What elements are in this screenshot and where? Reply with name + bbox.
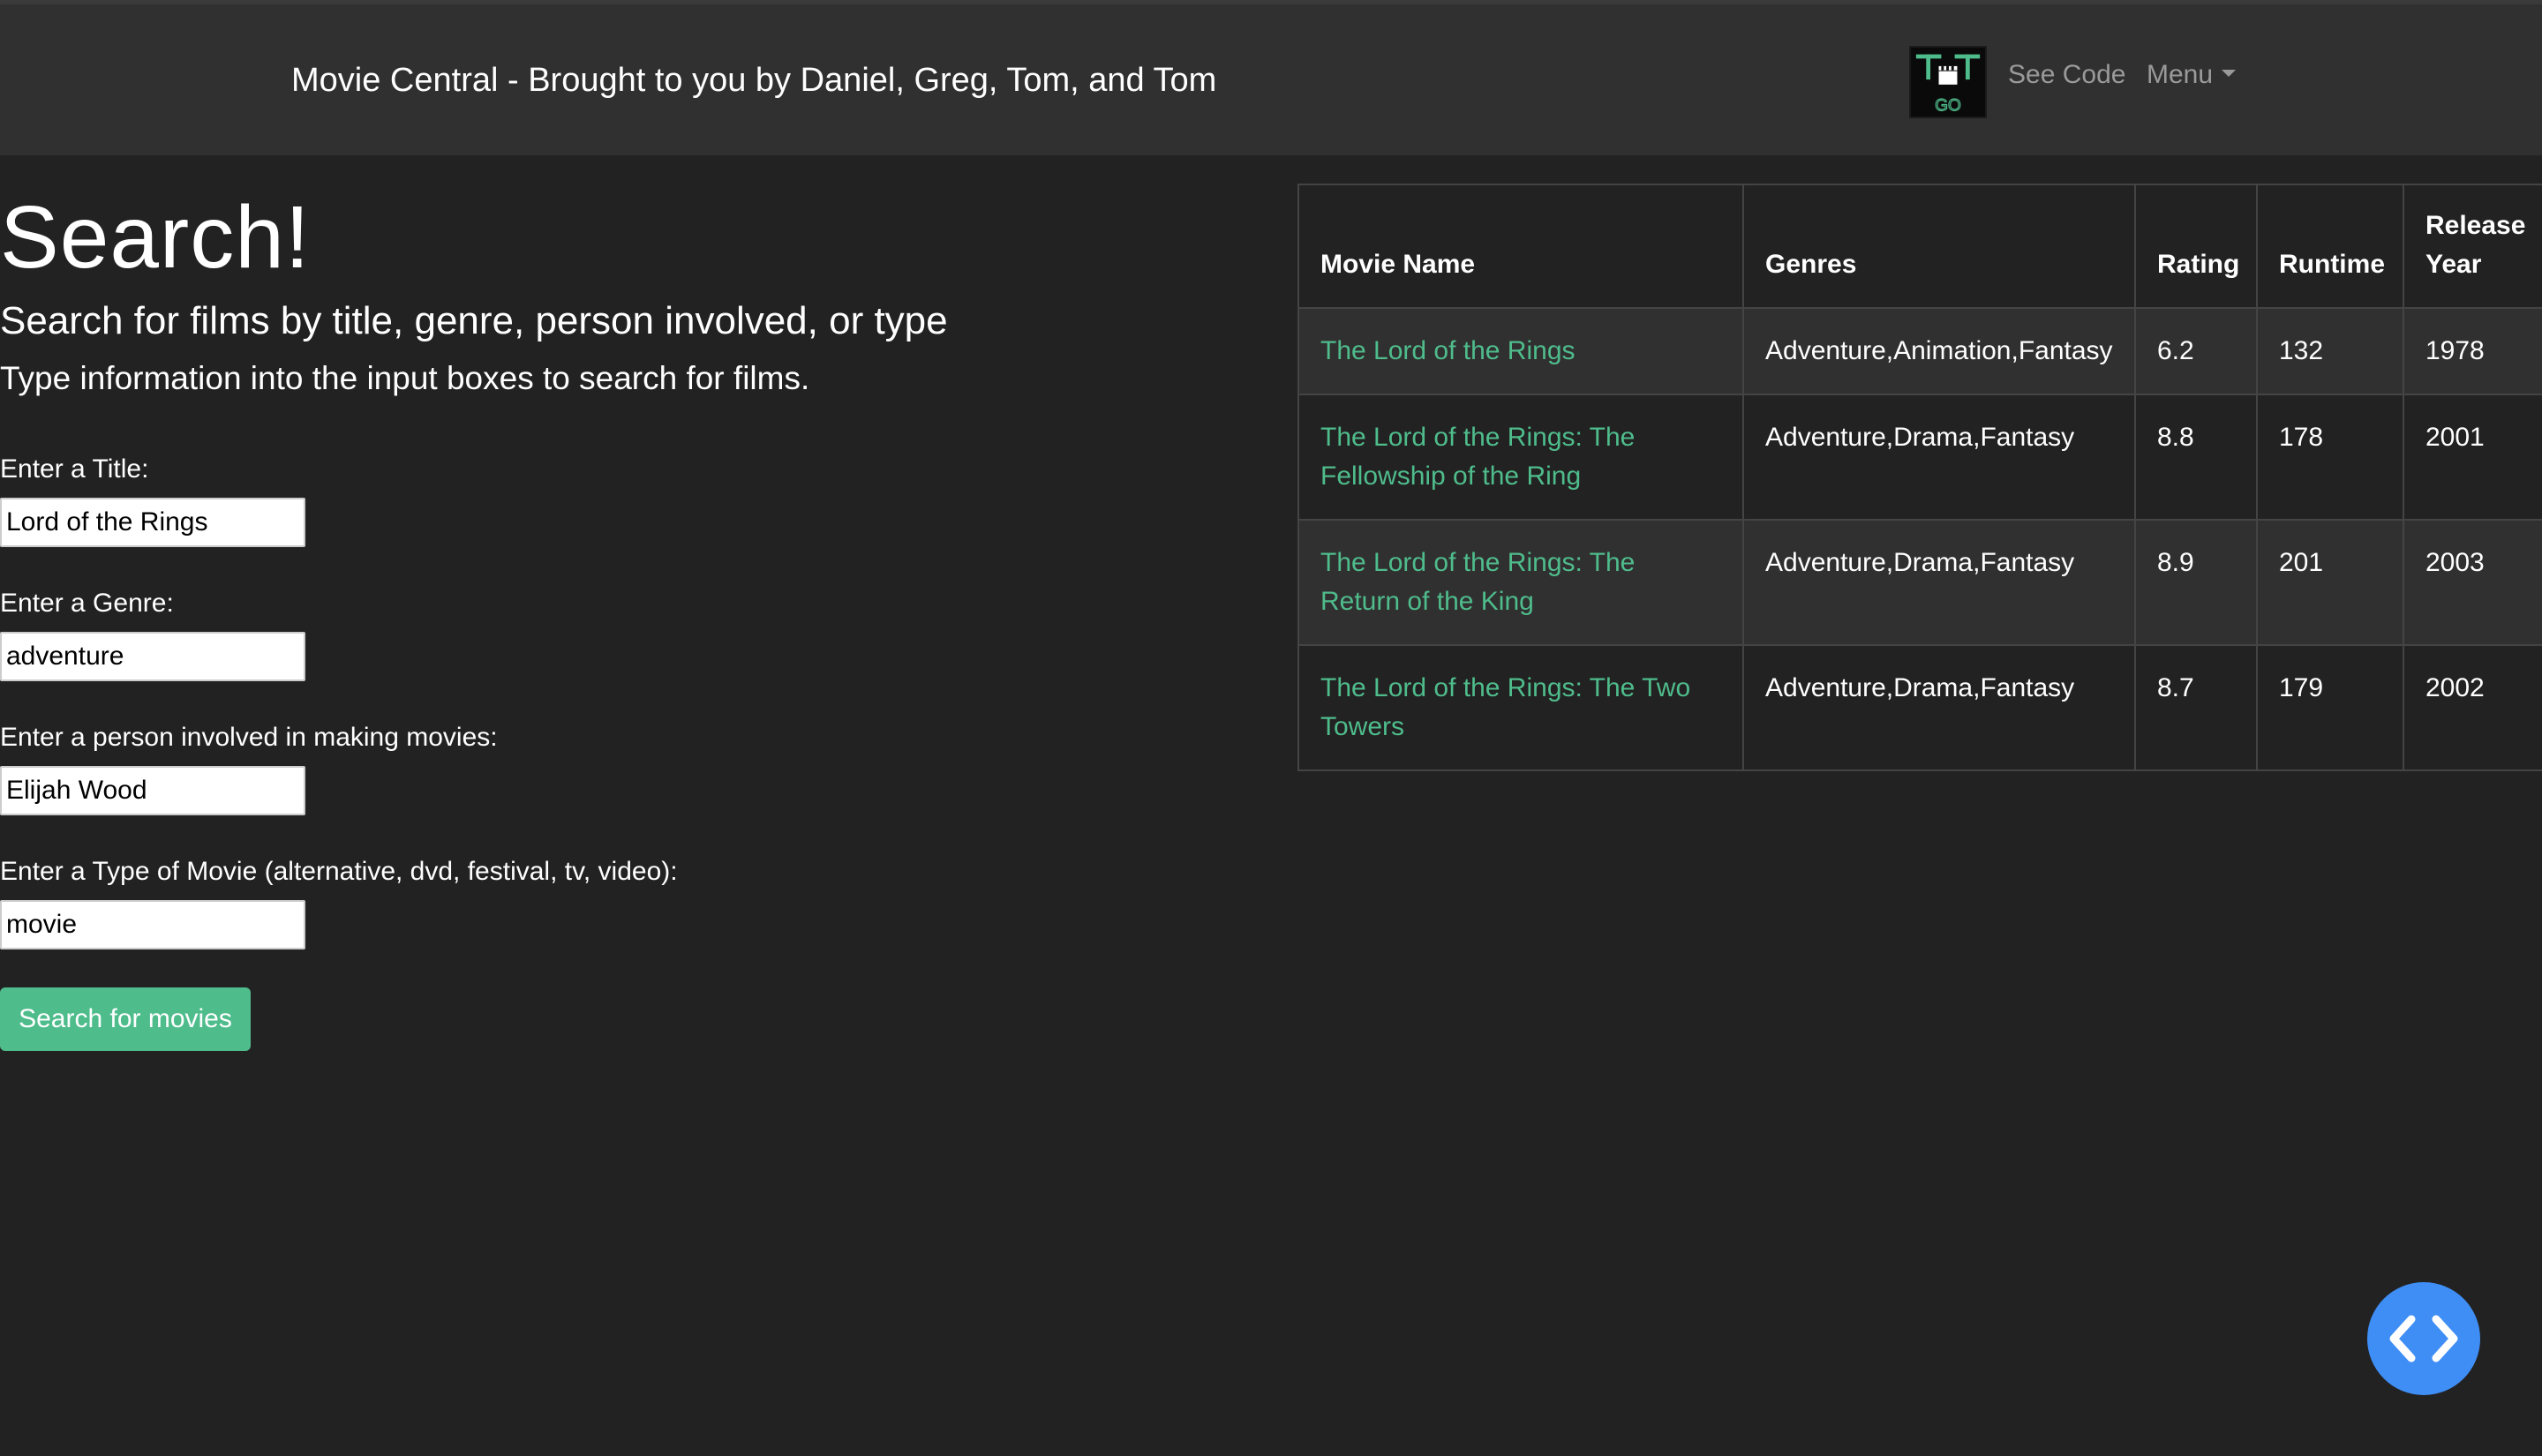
cell-runtime: 132 — [2256, 307, 2404, 395]
cell-rating: 8.8 — [2134, 394, 2258, 521]
table-row: The Lord of the Rings Adventure,Animatio… — [1297, 307, 2542, 395]
code-brackets-icon — [2389, 1315, 2458, 1362]
cell-movie-name: The Lord of the Rings — [1297, 307, 1744, 395]
cell-genres: Adventure,Drama,Fantasy — [1742, 394, 2136, 521]
caret-down-icon — [2222, 70, 2237, 78]
cell-release-year: 2001 — [2403, 394, 2542, 521]
table-row: The Lord of the Rings: The Two Towers Ad… — [1297, 644, 2542, 771]
header-rating[interactable]: Rating — [2134, 184, 2258, 309]
cell-rating: 6.2 — [2134, 307, 2258, 395]
genre-input[interactable] — [0, 632, 305, 681]
cell-runtime: 178 — [2256, 394, 2404, 521]
cell-genres: Adventure,Drama,Fantasy — [1742, 644, 2136, 771]
cell-movie-name: The Lord of the Rings: The Return of the… — [1297, 519, 1744, 646]
see-code-link[interactable]: See Code — [2008, 56, 2125, 94]
cell-runtime: 201 — [2256, 519, 2404, 646]
cell-movie-name: The Lord of the Rings: The Fellowship of… — [1297, 394, 1744, 521]
cell-rating: 8.9 — [2134, 519, 2258, 646]
clapperboard-logo-icon[interactable]: GO — [1909, 46, 1987, 118]
cell-rating: 8.7 — [2134, 644, 2258, 771]
type-input[interactable] — [0, 900, 305, 949]
title-input[interactable] — [0, 498, 305, 547]
type-label: Enter a Type of Movie (alternative, dvd,… — [0, 857, 678, 886]
table-row: The Lord of the Rings: The Return of the… — [1297, 519, 2542, 646]
search-button[interactable]: Search for movies — [0, 987, 251, 1051]
person-label: Enter a person involved in making movies… — [0, 723, 498, 752]
cell-release-year: 2002 — [2403, 644, 2542, 771]
brand-title[interactable]: Movie Central - Brought to you by Daniel… — [291, 59, 1216, 101]
code-brackets-button[interactable] — [2367, 1282, 2480, 1395]
cell-release-year: 2003 — [2403, 519, 2542, 646]
header-genres[interactable]: Genres — [1742, 184, 2136, 309]
page-subtitle: Search for films by title, genre, person… — [0, 299, 948, 342]
movie-link[interactable]: The Lord of the Rings: The Two Towers — [1320, 673, 1690, 741]
cell-release-year: 1978 — [2403, 307, 2542, 395]
menu-label: Menu — [2147, 60, 2214, 89]
cell-genres: Adventure,Drama,Fantasy — [1742, 519, 2136, 646]
genre-label: Enter a Genre: — [0, 589, 174, 618]
header-runtime[interactable]: Runtime — [2256, 184, 2404, 309]
movie-link[interactable]: The Lord of the Rings: The Fellowship of… — [1320, 423, 1635, 491]
movie-link[interactable]: The Lord of the Rings: The Return of the… — [1320, 548, 1635, 616]
logo-text: GO — [1935, 96, 1961, 115]
navbar: Movie Central - Brought to you by Daniel… — [0, 4, 2542, 155]
header-release-year[interactable]: Release Year — [2403, 184, 2542, 309]
menu-dropdown[interactable]: Menu — [2147, 56, 2237, 94]
search-instructions: Type information into the input boxes to… — [0, 360, 810, 396]
table-row: The Lord of the Rings: The Fellowship of… — [1297, 394, 2542, 521]
title-label: Enter a Title: — [0, 454, 149, 484]
person-input[interactable] — [0, 766, 305, 815]
cell-genres: Adventure,Animation,Fantasy — [1742, 307, 2136, 395]
table-header-row: Movie Name Genres Rating Runtime Release… — [1297, 184, 2542, 309]
cell-movie-name: The Lord of the Rings: The Two Towers — [1297, 644, 1744, 771]
header-movie-name[interactable]: Movie Name — [1297, 184, 1744, 309]
page-title: Search! — [0, 188, 311, 287]
cell-runtime: 179 — [2256, 644, 2404, 771]
results-table: Movie Name Genres Rating Runtime Release… — [1297, 184, 2542, 771]
movie-link[interactable]: The Lord of the Rings — [1320, 336, 1576, 365]
